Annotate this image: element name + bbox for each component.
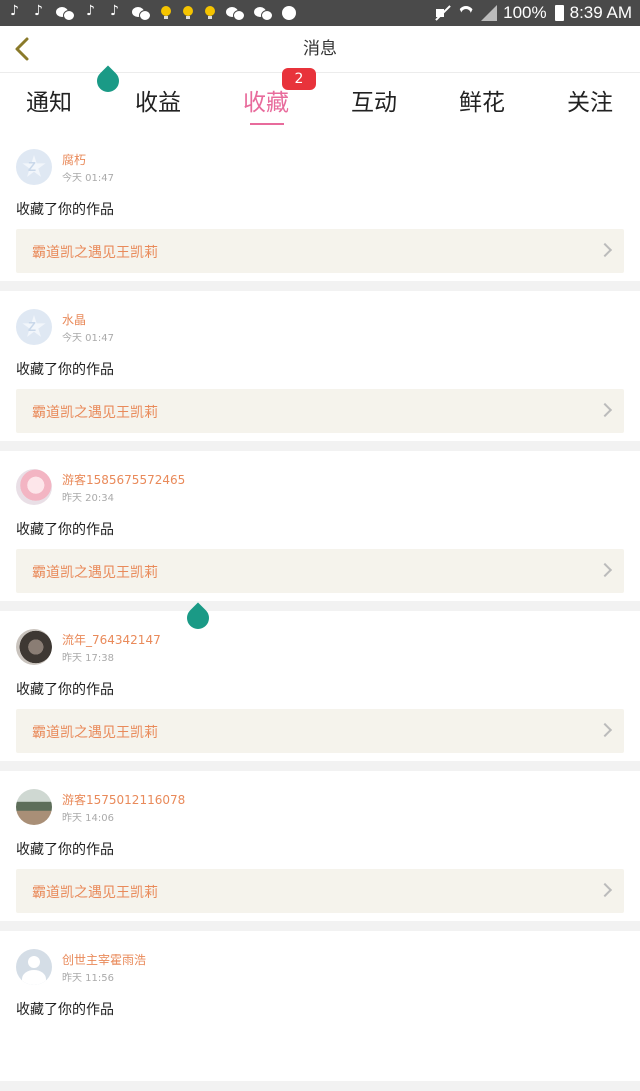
action-text: 收藏了你的作品 bbox=[16, 682, 114, 698]
chevron-right-icon bbox=[597, 242, 613, 258]
action-text: 收藏了你的作品 bbox=[16, 362, 114, 378]
wechat-icon bbox=[254, 6, 273, 21]
timestamp: 今天 01:47 bbox=[62, 333, 114, 344]
work-link[interactable]: 霸道凯之遇见王凯莉 bbox=[16, 229, 624, 273]
battery-icon bbox=[554, 5, 564, 21]
username[interactable]: 水晶 bbox=[62, 311, 86, 328]
timestamp: 昨天 20:34 bbox=[62, 493, 114, 504]
work-link[interactable]: 霸道凯之遇见王凯莉 bbox=[16, 869, 624, 913]
signal-icon bbox=[481, 4, 498, 22]
status-bar: 100% 8:39 AM bbox=[0, 0, 640, 26]
photo-avatar[interactable] bbox=[16, 629, 52, 665]
chevron-right-icon bbox=[597, 722, 613, 738]
person-avatar[interactable] bbox=[16, 949, 52, 985]
default-avatar[interactable] bbox=[16, 149, 52, 185]
tab-notifications[interactable]: 通知 bbox=[4, 83, 94, 117]
work-title: 霸道凯之遇见王凯莉 bbox=[32, 725, 158, 741]
bulb-icon bbox=[204, 6, 216, 20]
timestamp: 今天 01:47 bbox=[62, 173, 114, 184]
action-text: 收藏了你的作品 bbox=[16, 522, 114, 538]
app-header: 消息 bbox=[0, 26, 640, 73]
action-text: 收藏了你的作品 bbox=[16, 202, 114, 218]
wechat-icon bbox=[132, 6, 151, 21]
username[interactable]: 流年_764342147 bbox=[62, 631, 161, 648]
favorites-list: 腐朽 今天 01:47 收藏了你的作品 霸道凯之遇见王凯莉 水晶 今天 01:4… bbox=[0, 131, 640, 1091]
default-avatar[interactable] bbox=[16, 309, 52, 345]
bulb-icon bbox=[182, 6, 194, 20]
work-link[interactable]: 霸道凯之遇见王凯莉 bbox=[16, 709, 624, 753]
list-item: 游客1585675572465 昨天 20:34 收藏了你的作品 霸道凯之遇见王… bbox=[0, 451, 640, 601]
work-title: 霸道凯之遇见王凯莉 bbox=[32, 245, 158, 261]
list-item: 流年_764342147 昨天 17:38 收藏了你的作品 霸道凯之遇见王凯莉 bbox=[0, 611, 640, 761]
tab-flowers[interactable]: 鲜花 bbox=[437, 83, 527, 117]
anime-avatar[interactable] bbox=[16, 469, 52, 505]
tiktok-icon bbox=[8, 3, 22, 20]
battery-percent: 100% bbox=[503, 3, 547, 22]
list-item: 水晶 今天 01:47 收藏了你的作品 霸道凯之遇见王凯莉 bbox=[0, 291, 640, 441]
timestamp: 昨天 14:06 bbox=[62, 813, 114, 824]
tab-following[interactable]: 关注 bbox=[545, 83, 635, 117]
list-item: 创世主宰霍雨浩 昨天 11:56 收藏了你的作品 bbox=[0, 931, 640, 1081]
mute-icon bbox=[433, 4, 451, 22]
clock: 8:39 AM bbox=[569, 3, 632, 22]
wifi-icon bbox=[457, 4, 475, 22]
tiktok-icon bbox=[108, 3, 122, 20]
timestamp: 昨天 17:38 bbox=[62, 653, 114, 664]
work-link[interactable]: 霸道凯之遇见王凯莉 bbox=[16, 389, 624, 433]
tiktok-icon bbox=[32, 3, 46, 20]
bulb-icon bbox=[160, 6, 172, 20]
action-text: 收藏了你的作品 bbox=[16, 842, 114, 858]
notification-icons bbox=[8, 3, 296, 21]
favorites-count-badge: 2 bbox=[282, 68, 316, 90]
chevron-right-icon bbox=[597, 402, 613, 418]
scene-avatar[interactable] bbox=[16, 789, 52, 825]
work-title: 霸道凯之遇见王凯莉 bbox=[32, 565, 158, 581]
page-title: 消息 bbox=[303, 39, 337, 59]
username[interactable]: 创世主宰霍雨浩 bbox=[62, 951, 146, 968]
work-title: 霸道凯之遇见王凯莉 bbox=[32, 885, 158, 901]
tab-interactions[interactable]: 互动 bbox=[329, 83, 419, 117]
tab-earnings[interactable]: 收益 bbox=[113, 83, 203, 117]
timestamp: 昨天 11:56 bbox=[62, 973, 114, 984]
work-link[interactable]: 霸道凯之遇见王凯莉 bbox=[16, 549, 624, 593]
wechat-icon bbox=[226, 6, 245, 21]
system-status: 100% 8:39 AM bbox=[433, 3, 632, 23]
list-item: 游客1575012116078 昨天 14:06 收藏了你的作品 霸道凯之遇见王… bbox=[0, 771, 640, 921]
chevron-right-icon bbox=[597, 882, 613, 898]
settings-icon bbox=[282, 6, 296, 20]
active-tab-indicator bbox=[250, 123, 284, 125]
chevron-right-icon bbox=[597, 562, 613, 578]
username[interactable]: 游客1585675572465 bbox=[62, 471, 185, 488]
tiktok-icon bbox=[84, 3, 98, 20]
work-title: 霸道凯之遇见王凯莉 bbox=[32, 405, 158, 421]
username[interactable]: 腐朽 bbox=[62, 151, 86, 168]
action-text: 收藏了你的作品 bbox=[16, 1002, 114, 1018]
wechat-icon bbox=[56, 6, 75, 21]
list-item: 腐朽 今天 01:47 收藏了你的作品 霸道凯之遇见王凯莉 bbox=[0, 131, 640, 281]
username[interactable]: 游客1575012116078 bbox=[62, 791, 185, 808]
